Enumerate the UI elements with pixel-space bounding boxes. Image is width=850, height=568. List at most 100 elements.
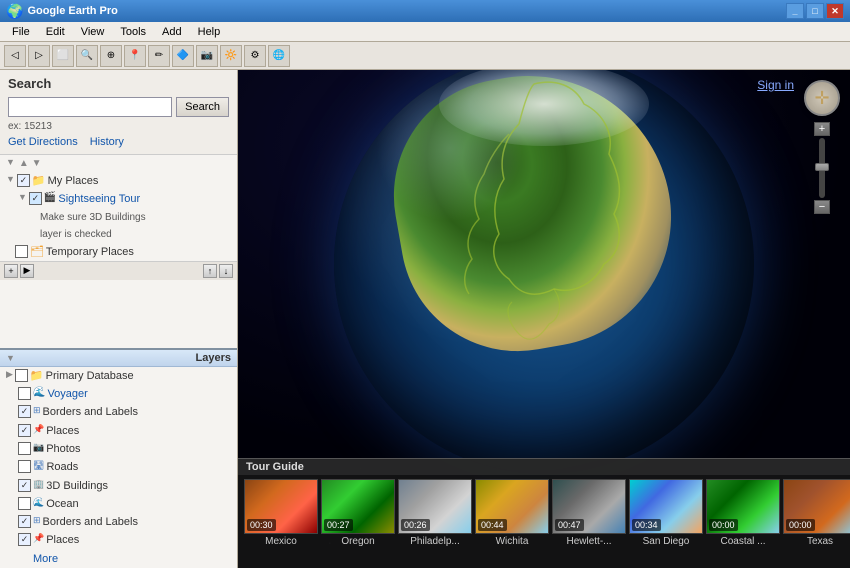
sightseeing-subtext2-label: layer is checked <box>40 228 112 241</box>
toolbar-btn-3[interactable]: ⬜ <box>52 45 74 67</box>
borders-labels-checkbox1[interactable] <box>18 405 31 418</box>
search-input[interactable] <box>8 97 172 117</box>
roads-checkbox[interactable] <box>18 460 31 473</box>
app-title: Google Earth Pro <box>27 5 786 17</box>
close-button[interactable]: ✕ <box>826 3 844 19</box>
roads-item[interactable]: 🛣 Roads <box>0 458 237 476</box>
places-checkbox2[interactable] <box>18 533 31 546</box>
menu-add[interactable]: Add <box>154 24 190 40</box>
toolbar-btn-11[interactable]: ⚙ <box>244 45 266 67</box>
tour-label-sandiego: San Diego <box>629 536 703 547</box>
sightseeing-checkbox[interactable] <box>29 192 42 205</box>
compass-control[interactable]: ✛ <box>804 80 840 116</box>
tour-thumb-oregon[interactable]: 00:27 Oregon <box>321 479 395 547</box>
minimize-button[interactable]: _ <box>786 3 804 19</box>
tour-thumb-philadelphia[interactable]: 00:26 Philadelp... <box>398 479 472 547</box>
voyager-item[interactable]: 🌊 Voyager <box>0 385 237 403</box>
borders-labels-item1[interactable]: ⊞ Borders and Labels <box>0 403 237 421</box>
toolbar-btn-12[interactable]: 🌐 <box>268 45 290 67</box>
borders-labels-item2[interactable]: ⊞ Borders and Labels <box>0 513 237 531</box>
panel-add-btn[interactable]: + <box>4 264 18 278</box>
globe-container <box>238 70 850 458</box>
compass-icon: ✛ <box>814 88 829 109</box>
maximize-button[interactable]: □ <box>806 3 824 19</box>
menu-help[interactable]: Help <box>190 24 229 40</box>
toolbar-btn-9[interactable]: 📷 <box>196 45 218 67</box>
panel-down-btn[interactable]: ↓ <box>219 264 233 278</box>
title-bar: 🌍 Google Earth Pro _ □ ✕ <box>0 0 850 22</box>
tour-thumb-hewlett[interactable]: 00:47 Hewlett-... <box>552 479 626 547</box>
tour-section: Tour Guide 00:30 Mexico 00:27 Oregon <box>238 458 850 568</box>
zoom-slider-thumb[interactable] <box>815 163 829 171</box>
globe-borders-svg <box>334 70 754 474</box>
places-collapsed[interactable]: ▼ ▲ ▼ <box>0 155 237 172</box>
tour-label-texas: Texas <box>783 536 850 547</box>
sightseeing-tour-item[interactable]: ▼ 🎬 Sightseeing Tour <box>0 190 237 208</box>
panel-up-btn[interactable]: ↑ <box>203 264 217 278</box>
tour-thumb-coastal[interactable]: 00:00 Coastal ... <box>706 479 780 547</box>
photos-item[interactable]: 📷 Photos <box>0 440 237 458</box>
3d-buildings-label: 3D Buildings <box>46 479 108 493</box>
tour-header: Tour Guide <box>238 458 850 475</box>
tour-time-texas: 00:00 <box>786 519 815 531</box>
tour-time-mexico: 00:30 <box>247 519 276 531</box>
sign-in-button[interactable]: Sign in <box>757 78 794 92</box>
menu-tools[interactable]: Tools <box>112 24 154 40</box>
3d-buildings-checkbox[interactable] <box>18 479 31 492</box>
places-label1: Places <box>46 424 79 438</box>
zoom-out-btn[interactable]: − <box>814 200 830 214</box>
temporary-places-item[interactable]: ▶ 🗂 Temporary Places <box>0 243 237 261</box>
places-layer-item1[interactable]: 📌 Places <box>0 422 237 440</box>
zoom-slider[interactable] <box>819 138 825 198</box>
sightseeing-subtext1: Make sure 3D Buildings <box>0 209 237 226</box>
my-places-label: My Places <box>48 174 99 188</box>
tour-time-sandiego: 00:34 <box>632 519 661 531</box>
3d-buildings-item[interactable]: 🏢 3D Buildings <box>0 477 237 495</box>
my-places-checkbox[interactable] <box>17 174 30 187</box>
tour-thumb-sandiego[interactable]: 00:34 San Diego <box>629 479 703 547</box>
zoom-controls: + − <box>814 122 830 214</box>
sightseeing-subtext1-label: Make sure 3D Buildings <box>40 211 146 224</box>
more-item[interactable]: More <box>0 550 237 568</box>
toolbar-btn-5[interactable]: ⊕ <box>100 45 122 67</box>
toolbar-btn-2[interactable]: ▷ <box>28 45 50 67</box>
temporary-places-checkbox[interactable] <box>15 245 28 258</box>
search-button[interactable]: Search <box>176 97 229 117</box>
tour-label-philadelphia: Philadelp... <box>398 536 472 547</box>
panel-nav-btn[interactable]: ▶ <box>20 264 34 278</box>
toolbar-btn-7[interactable]: ✏ <box>148 45 170 67</box>
nav-controls: ✛ + − <box>804 80 840 214</box>
my-places-item[interactable]: ▼ 📁 My Places <box>0 172 237 190</box>
toolbar-btn-8[interactable]: 🔷 <box>172 45 194 67</box>
map-area[interactable]: Sign in ✛ + − Tour Guide 00:30 <box>238 70 850 568</box>
menu-view[interactable]: View <box>73 24 113 40</box>
earth-globe[interactable] <box>334 70 754 474</box>
tour-thumb-texas[interactable]: 00:00 Texas <box>783 479 850 547</box>
menu-edit[interactable]: Edit <box>38 24 73 40</box>
toolbar-btn-1[interactable]: ◁ <box>4 45 26 67</box>
photos-checkbox[interactable] <box>18 442 31 455</box>
tour-thumb-mexico[interactable]: 00:30 Mexico <box>244 479 318 547</box>
temporary-places-label: Temporary Places <box>46 245 134 259</box>
history-link[interactable]: History <box>90 136 124 148</box>
primary-db-item[interactable]: ▶ 📁 Primary Database <box>0 367 237 385</box>
ocean-item[interactable]: 🌊 Ocean <box>0 495 237 513</box>
toolbar-btn-10[interactable]: 🔆 <box>220 45 242 67</box>
tour-thumb-wichita[interactable]: 00:44 Wichita <box>475 479 549 547</box>
primary-db-checkbox[interactable] <box>15 369 28 382</box>
borders-labels-checkbox2[interactable] <box>18 515 31 528</box>
search-hint: ex: 15213 <box>8 121 229 132</box>
places-layer-item2[interactable]: 📌 Places <box>0 531 237 549</box>
toolbar-btn-4[interactable]: 🔍 <box>76 45 98 67</box>
voyager-checkbox[interactable] <box>18 387 31 400</box>
ocean-checkbox[interactable] <box>18 497 31 510</box>
borders-labels-label1: Borders and Labels <box>43 405 138 419</box>
tour-time-philadelphia: 00:26 <box>401 519 430 531</box>
ocean-label: Ocean <box>46 497 78 511</box>
zoom-in-btn[interactable]: + <box>814 122 830 136</box>
get-directions-link[interactable]: Get Directions <box>8 136 78 148</box>
places-checkbox1[interactable] <box>18 424 31 437</box>
tour-thumb-img-coastal: 00:00 <box>706 479 780 534</box>
menu-file[interactable]: File <box>4 24 38 40</box>
toolbar-btn-6[interactable]: 📍 <box>124 45 146 67</box>
